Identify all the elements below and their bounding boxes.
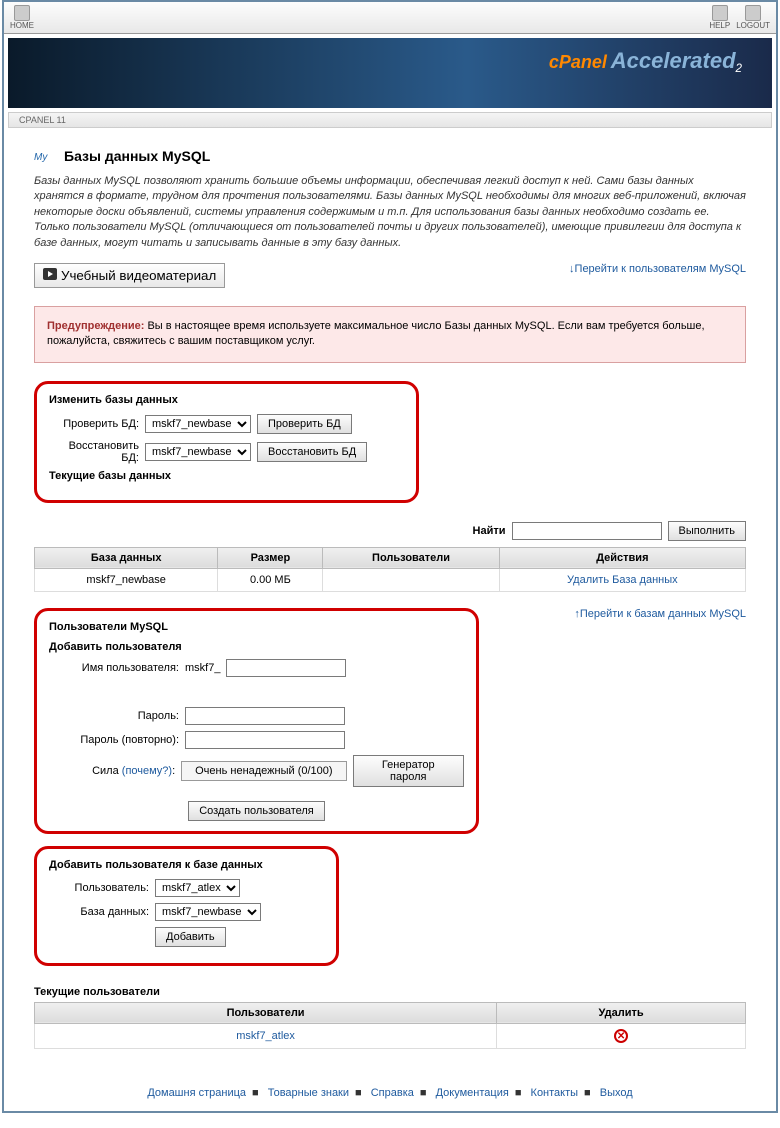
repair-db-select[interactable]: mskf7_newbase [145,443,251,461]
search-label: Найти [473,525,506,537]
username-prefix: mskf7_ [185,662,220,674]
strength-meter: Очень ненадежный (0/100) [181,761,346,781]
logout-label: LOGOUT [736,21,770,30]
delete-user-icon[interactable]: ✕ [614,1029,628,1043]
banner-logo: cPanel Accelerated2 [549,48,742,75]
assign-db-label: База данных: [49,906,149,918]
warning-text: Вы в настоящее время используете максима… [47,320,705,347]
search-row: Найти Выполнить [34,521,746,541]
content: My Базы данных MySQL Базы данных MySQL п… [4,128,776,1075]
add-assign-button[interactable]: Добавить [155,927,226,947]
password-label: Пароль: [49,710,179,722]
username-label: Имя пользователя: [49,662,179,674]
footer-docs-link[interactable]: Документация [436,1087,509,1099]
footer-contacts-link[interactable]: Контакты [531,1087,579,1099]
footer-home-link[interactable]: Домашня страница [147,1087,246,1099]
assign-user-label: Пользователь: [49,882,149,894]
warning-label: Предупреждение: [47,320,144,332]
repair-db-button[interactable]: Восстановить БД [257,442,367,462]
strength-why-link[interactable]: (почему?) [122,765,172,777]
users-col-name: Пользователи [35,1002,497,1023]
mysql-icon: My [34,148,58,164]
current-db-heading: Текущие базы данных [49,470,404,482]
intro-text: Базы данных MySQL позволяют хранить боль… [34,174,746,251]
current-users-heading: Текущие пользователи [34,986,746,998]
home-button[interactable]: HOME [10,5,34,30]
video-tutorial-button[interactable]: Учебный видеоматериал [34,263,225,288]
mysql-users-box: Пользователи MySQL Добавить пользователя… [34,608,479,834]
video-label: Учебный видеоматериал [61,268,216,283]
db-col-name: База данных [35,547,218,568]
strength-label: Сила (почему?): [49,765,175,777]
create-user-button[interactable]: Создать пользователя [188,801,325,821]
video-icon [43,268,57,283]
jump-to-dbs-link[interactable]: ↑Перейти к базам данных MySQL [574,608,746,620]
databases-table: База данных Размер Пользователи Действия… [34,547,746,592]
svg-text:My: My [34,152,48,163]
search-input[interactable] [512,522,662,540]
footer: Домашня страница■ Товарные знаки■ Справк… [4,1075,776,1111]
table-row: mskf7_newbase 0.00 МБ Удалить База данны… [35,568,746,591]
logout-icon [745,5,761,21]
db-users-cell [323,568,499,591]
help-label: HELP [709,21,730,30]
db-name-cell: mskf7_newbase [35,568,218,591]
home-label: HOME [10,21,34,30]
username-input[interactable] [226,659,346,677]
footer-trademarks-link[interactable]: Товарные знаки [268,1087,349,1099]
topbar: HOME HELP LOGOUT [4,2,776,34]
assign-user-select[interactable]: mskf7_atlex [155,879,240,897]
password-generator-button[interactable]: Генератор пароля [353,755,464,787]
footer-exit-link[interactable]: Выход [600,1087,633,1099]
help-icon [712,5,728,21]
logout-button[interactable]: LOGOUT [736,5,770,30]
help-button[interactable]: HELP [709,5,730,30]
jump-to-users-link[interactable]: ↓Перейти к пользователям MySQL [569,263,746,275]
db-col-size: Размер [218,547,323,568]
assign-heading: Добавить пользователя к базе данных [49,859,324,871]
breadcrumb: CPANEL 11 [8,112,772,128]
check-db-select[interactable]: mskf7_newbase [145,415,251,433]
check-db-label: Проверить БД: [49,418,139,430]
check-db-button[interactable]: Проверить БД [257,414,352,434]
assign-db-select[interactable]: mskf7_newbase [155,903,261,921]
db-col-actions: Действия [499,547,745,568]
db-size-cell: 0.00 МБ [218,568,323,591]
password-confirm-input[interactable] [185,731,345,749]
password-input[interactable] [185,707,345,725]
table-row: mskf7_atlex ✕ [35,1023,746,1048]
repair-db-label: Восстановить БД: [49,440,139,464]
users-col-delete: Удалить [497,1002,746,1023]
modify-databases-box: Изменить базы данных Проверить БД: mskf7… [34,381,419,503]
warning-box: Предупреждение: Вы в настоящее время исп… [34,306,746,363]
user-link[interactable]: mskf7_atlex [236,1030,295,1042]
add-user-heading: Добавить пользователя [49,641,464,653]
delete-db-link[interactable]: Удалить База данных [567,574,678,586]
current-users-table: Пользователи Удалить mskf7_atlex ✕ [34,1002,746,1049]
password2-label: Пароль (повторно): [49,734,179,746]
app-frame: HOME HELP LOGOUT cPanel Accelerated2 CPA… [2,0,778,1113]
footer-help-link[interactable]: Справка [371,1087,414,1099]
search-button[interactable]: Выполнить [668,521,746,541]
db-col-users: Пользователи [323,547,499,568]
users-heading: Пользователи MySQL [49,621,464,633]
home-icon [14,5,30,21]
modify-heading: Изменить базы данных [49,394,404,406]
banner: cPanel Accelerated2 [8,38,772,108]
assign-user-box: Добавить пользователя к базе данных Поль… [34,846,339,966]
page-title: Базы данных MySQL [64,148,210,164]
